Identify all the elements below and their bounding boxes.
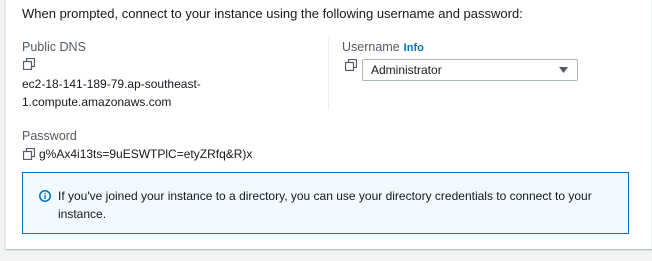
copy-icon bbox=[345, 59, 357, 71]
username-selected-value: Administrator bbox=[371, 63, 442, 77]
info-alert-message: If you've joined your instance to a dire… bbox=[58, 189, 592, 221]
public-dns-label: Public DNS bbox=[22, 40, 86, 54]
password-label: Password bbox=[22, 129, 77, 143]
username-info-link[interactable]: Info bbox=[404, 42, 424, 54]
intro-text: When prompted, connect to your instance … bbox=[22, 6, 523, 21]
username-label: Username Info bbox=[342, 40, 424, 54]
copy-password-button[interactable] bbox=[23, 148, 35, 160]
username-label-text: Username bbox=[342, 40, 400, 54]
copy-icon bbox=[23, 148, 35, 160]
info-circle-icon bbox=[39, 190, 51, 202]
column-divider bbox=[328, 38, 329, 110]
connect-panel: When prompted, connect to your instance … bbox=[5, 0, 652, 249]
public-dns-value-line2: 1.compute.amazonaws.com bbox=[22, 95, 172, 109]
info-alert: If you've joined your instance to a dire… bbox=[22, 172, 629, 234]
password-value: g%Ax4i13ts=9uESWTPlC=etyZRfq&R)x bbox=[39, 147, 253, 161]
copy-public-dns-button[interactable] bbox=[23, 58, 35, 70]
username-select[interactable]: Administrator bbox=[362, 59, 578, 81]
copy-username-button[interactable] bbox=[345, 59, 357, 71]
copy-icon bbox=[23, 58, 35, 70]
public-dns-value-line1: ec2-18-141-189-79.ap-southeast- bbox=[22, 77, 201, 91]
caret-down-icon bbox=[559, 67, 568, 73]
